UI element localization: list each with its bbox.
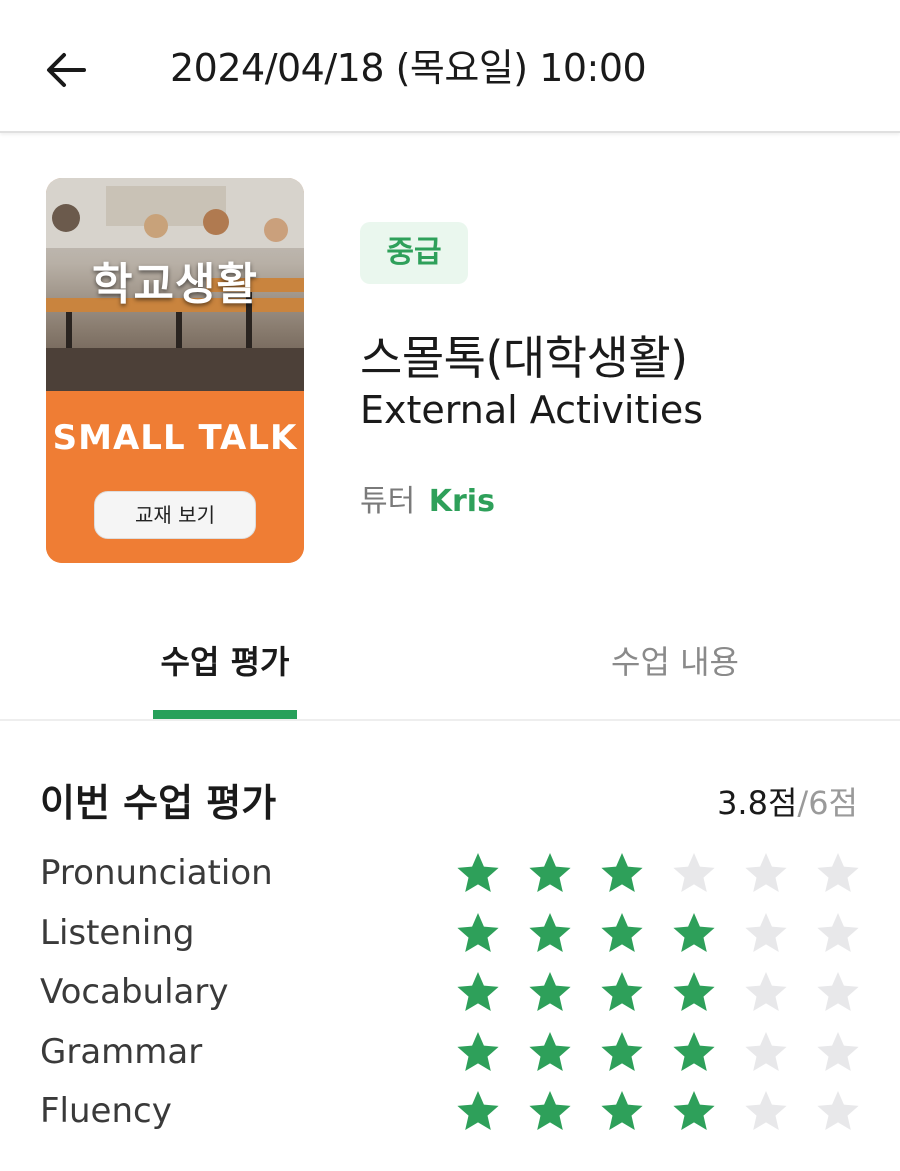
app-header: 2024/04/18 (목요일) 10:00 bbox=[0, 0, 900, 133]
rating-label: Grammar bbox=[40, 1031, 203, 1072]
score-value: 3.8점 bbox=[717, 784, 798, 822]
star-rating bbox=[456, 851, 860, 895]
rating-row: Fluency bbox=[0, 1083, 900, 1139]
rating-label: Listening bbox=[40, 912, 195, 953]
level-badge: 중급 bbox=[360, 222, 468, 284]
tab-lesson-evaluation[interactable]: 수업 평가 bbox=[150, 632, 300, 692]
star-filled-icon bbox=[529, 912, 571, 952]
star-filled-icon bbox=[601, 912, 643, 952]
star-rating bbox=[456, 970, 860, 1014]
star-filled-icon bbox=[529, 1091, 571, 1130]
star-empty-icon bbox=[745, 853, 787, 892]
star-filled-icon bbox=[673, 972, 715, 1011]
rating-label: Vocabulary bbox=[40, 972, 229, 1012]
score-max: /6점 bbox=[797, 784, 858, 822]
star-filled-icon bbox=[529, 1031, 571, 1071]
view-material-button[interactable]: 교재 보기 bbox=[94, 491, 256, 539]
thumbnail-subtitle: SMALL TALK bbox=[52, 418, 298, 458]
star-filled-icon bbox=[673, 1091, 715, 1130]
star-rating bbox=[456, 1030, 860, 1074]
active-tab-indicator bbox=[153, 710, 297, 719]
star-rating bbox=[456, 911, 860, 955]
tab-lesson-content[interactable]: 수업 내용 bbox=[600, 632, 750, 692]
star-filled-icon bbox=[457, 853, 499, 892]
rating-heading: 이번 수업 평가 bbox=[40, 781, 277, 825]
star-filled-icon bbox=[673, 1031, 715, 1071]
star-empty-icon bbox=[673, 853, 715, 892]
page-title: 2024/04/18 (목요일) 10:00 bbox=[170, 46, 647, 90]
star-empty-icon bbox=[817, 853, 859, 892]
course-title: 스몰톡(대학생활) bbox=[360, 331, 688, 385]
star-filled-icon bbox=[673, 912, 715, 952]
rating-row: Grammar bbox=[0, 1024, 900, 1080]
rating-label: Fluency bbox=[40, 1091, 172, 1131]
star-filled-icon bbox=[457, 972, 499, 1011]
star-filled-icon bbox=[529, 853, 571, 892]
arrow-left-icon bbox=[47, 53, 86, 87]
star-filled-icon bbox=[601, 1031, 643, 1071]
star-filled-icon bbox=[529, 972, 571, 1011]
total-score: 3.8점/6점 bbox=[717, 778, 858, 824]
tutor-name[interactable]: Kris bbox=[429, 484, 495, 519]
rating-label: Pronunciation bbox=[40, 853, 273, 893]
star-filled-icon bbox=[457, 1031, 499, 1071]
star-empty-icon bbox=[817, 972, 859, 1011]
rating-row: Listening bbox=[0, 905, 900, 961]
star-filled-icon bbox=[457, 912, 499, 952]
star-filled-icon bbox=[601, 972, 643, 1011]
star-filled-icon bbox=[601, 1091, 643, 1130]
back-button[interactable] bbox=[36, 40, 96, 100]
star-empty-icon bbox=[745, 1091, 787, 1130]
star-empty-icon bbox=[817, 1091, 859, 1130]
thumbnail-title: 학교생활 bbox=[92, 259, 258, 310]
star-rating bbox=[456, 1089, 860, 1133]
rating-row: Pronunciation bbox=[0, 845, 900, 901]
star-filled-icon bbox=[601, 853, 643, 892]
rating-row: Vocabulary bbox=[0, 964, 900, 1020]
tab-divider bbox=[0, 719, 900, 721]
star-empty-icon bbox=[817, 1031, 859, 1071]
star-filled-icon bbox=[457, 1091, 499, 1130]
tutor-label: 튜터 bbox=[360, 484, 416, 519]
star-empty-icon bbox=[745, 972, 787, 1011]
star-empty-icon bbox=[745, 1031, 787, 1071]
tutor-info: 튜터 Kris bbox=[360, 476, 495, 520]
lesson-detail-page: 2024/04/18 (목요일) 10:00 학교생활 SMALL TALK 교 bbox=[0, 0, 900, 1171]
course-subtitle: External Activities bbox=[360, 388, 704, 432]
star-empty-icon bbox=[745, 912, 787, 952]
star-empty-icon bbox=[817, 912, 859, 952]
